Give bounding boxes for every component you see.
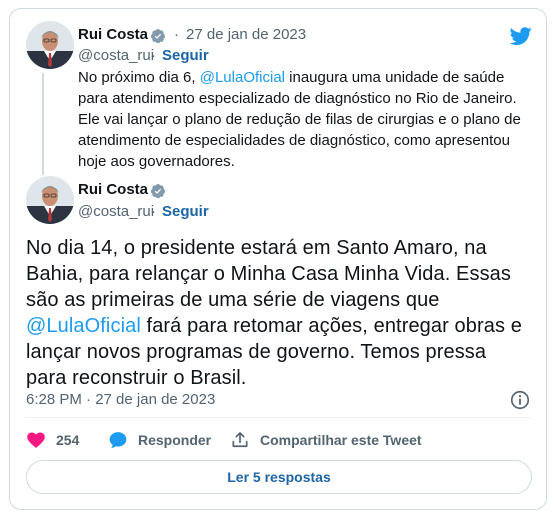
- twitter-bird-icon[interactable]: [508, 25, 534, 47]
- separator-dot: ·: [151, 203, 156, 220]
- author-name[interactable]: Rui Costa: [78, 26, 148, 43]
- share-label: Compartilhar este Tweet: [260, 432, 422, 448]
- read-replies-button[interactable]: Ler 5 respostas: [26, 460, 532, 494]
- tweet-date[interactable]: 27 de jan de 2023: [186, 26, 306, 43]
- divider: [26, 417, 532, 418]
- heart-icon: [27, 432, 45, 448]
- author-handle[interactable]: @costa_rui: [78, 203, 154, 220]
- separator-dot: ·: [174, 26, 179, 43]
- reply-bubble-icon: [109, 432, 127, 448]
- thread-connector-line: [42, 73, 44, 175]
- tweet-embed-card: Rui Costa · 27 de jan de 2023 @costa_rui…: [9, 8, 547, 510]
- like-count: 254: [56, 432, 80, 448]
- reply-label: Responder: [138, 432, 212, 448]
- info-icon[interactable]: [509, 389, 531, 411]
- quoted-tweet-text: No próximo dia 6, @LulaOficial inaugura …: [78, 69, 521, 170]
- like-button[interactable]: 254: [26, 429, 79, 451]
- follow-button[interactable]: Seguir: [162, 47, 209, 64]
- tweet-text: No dia 14, o presidente estará em Santo …: [26, 237, 522, 389]
- mention-link[interactable]: @LulaOficial: [200, 69, 285, 86]
- follow-button[interactable]: Seguir: [162, 203, 209, 220]
- author-name[interactable]: Rui Costa: [78, 181, 148, 198]
- share-button[interactable]: Compartilhar este Tweet: [230, 429, 422, 451]
- verified-badge-icon: [151, 184, 165, 199]
- tweet-timestamp[interactable]: 6:28 PM · 27 de jan de 2023: [26, 391, 215, 408]
- avatar[interactable]: [26, 176, 74, 224]
- mention-link[interactable]: @LulaOficial: [26, 315, 141, 337]
- verified-badge-icon: [151, 29, 165, 44]
- reply-button[interactable]: Responder: [108, 429, 211, 451]
- share-icon: [232, 432, 248, 448]
- author-handle[interactable]: @costa_rui: [78, 47, 154, 64]
- separator-dot: ·: [151, 47, 156, 64]
- avatar[interactable]: [26, 21, 74, 69]
